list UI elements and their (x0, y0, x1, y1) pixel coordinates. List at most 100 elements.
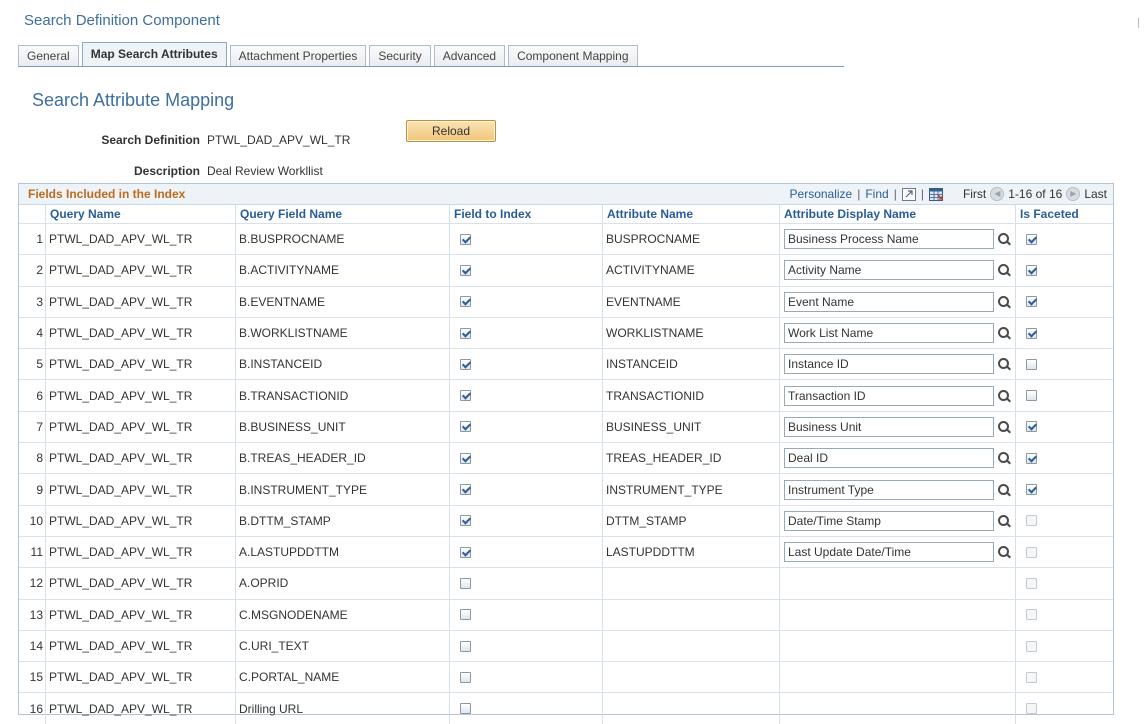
attribute-display-name-input[interactable] (784, 260, 994, 281)
field-to-index-checkbox[interactable] (460, 609, 471, 621)
previous-arrow-icon: ◀ (990, 187, 1005, 201)
lookup-magnifier-icon[interactable] (997, 232, 1011, 246)
is-faceted-checkbox[interactable] (1026, 390, 1037, 402)
field-to-index-checkbox[interactable] (460, 233, 471, 245)
query-field-name-cell: B.ACTIVITYNAME (236, 255, 450, 286)
is-faceted-checkbox[interactable] (1026, 296, 1037, 308)
attribute-display-name-cell (780, 662, 1016, 693)
section-heading: Search Attribute Mapping (32, 90, 235, 110)
row-range: 1-16 of 16 (1008, 187, 1063, 201)
attribute-display-name-input[interactable] (784, 416, 994, 437)
query-field-name-cell: B.TRANSACTIONID (236, 380, 450, 411)
lookup-magnifier-icon[interactable] (997, 326, 1011, 340)
tab-security[interactable]: Security (369, 45, 431, 66)
is-faceted-cell (1016, 537, 1113, 567)
is-faceted-checkbox[interactable] (1026, 484, 1037, 496)
is-faceted-checkbox[interactable] (1026, 452, 1037, 464)
field-to-index-checkbox[interactable] (460, 515, 471, 527)
tab-general[interactable]: General (18, 45, 79, 66)
grid-zoom-icon[interactable] (901, 187, 916, 201)
query-field-name-cell: B.INSTANCEID (236, 349, 450, 380)
lookup-magnifier-icon[interactable] (997, 420, 1011, 434)
is-faceted-cell (1016, 662, 1113, 692)
is-faceted-checkbox (1026, 703, 1037, 715)
is-faceted-checkbox[interactable] (1026, 264, 1037, 276)
page-title: Search Definition Component (24, 12, 220, 29)
col-header-attribute-name[interactable]: Attribute Name (603, 205, 780, 223)
field-to-index-checkbox[interactable] (460, 640, 471, 652)
lookup-magnifier-icon[interactable] (997, 483, 1011, 497)
col-header-query-field-name[interactable]: Query Field Name (236, 205, 450, 223)
field-to-index-checkbox[interactable] (460, 671, 471, 683)
lookup-magnifier-icon[interactable] (997, 389, 1011, 403)
fields-grid: Fields Included in the Index Personalize… (18, 183, 1114, 724)
lookup-magnifier-icon[interactable] (997, 263, 1011, 277)
tab-map-search-attributes[interactable]: Map Search Attributes (81, 42, 227, 66)
lookup-magnifier-icon[interactable] (997, 451, 1011, 465)
attribute-display-name-cell (780, 630, 1016, 662)
query-name-cell: PTWL_DAD_APV_WL_TR (46, 349, 236, 380)
field-to-index-checkbox[interactable] (460, 484, 471, 496)
field-to-index-checkbox[interactable] (460, 296, 471, 308)
query-name-cell: PTWL_DAD_APV_WL_TR (46, 411, 236, 443)
lookup-magnifier-icon[interactable] (997, 514, 1011, 528)
lookup-magnifier-icon[interactable] (997, 357, 1011, 371)
tab-attachment-properties[interactable]: Attachment Properties (229, 45, 367, 66)
field-to-index-checkbox[interactable] (460, 577, 471, 589)
field-to-index-checkbox[interactable] (460, 264, 471, 276)
field-to-index-checkbox[interactable] (460, 390, 471, 402)
field-to-index-checkbox[interactable] (460, 452, 471, 464)
attribute-display-name-cell (780, 536, 1016, 568)
tab-component-mapping[interactable]: Component Mapping (508, 45, 638, 66)
attribute-display-name-input[interactable] (784, 448, 994, 469)
table-row: 7 PTWL_DAD_APV_WL_TR B.BUSINESS_UNIT BUSINE… (19, 410, 1113, 443)
is-faceted-checkbox (1026, 546, 1037, 558)
attribute-display-name-input[interactable] (784, 385, 994, 406)
query-name-cell: PTWL_DAD_APV_WL_TR (46, 630, 236, 662)
attribute-display-name-input[interactable] (784, 291, 994, 312)
attribute-name-cell: INSTRUMENT_TYPE (603, 474, 780, 505)
attribute-display-name-input[interactable] (784, 510, 994, 531)
field-to-index-checkbox[interactable] (460, 358, 471, 370)
lookup-magnifier-icon[interactable] (997, 295, 1011, 309)
lookup-magnifier-icon[interactable] (997, 545, 1011, 559)
attribute-display-name-input[interactable] (784, 479, 994, 500)
separator: | (857, 187, 861, 201)
download-spreadsheet-icon[interactable] (928, 187, 943, 201)
is-faceted-checkbox[interactable] (1026, 358, 1037, 370)
col-header-attribute-display-name[interactable]: Attribute Display Name (780, 205, 1016, 223)
field-to-index-checkbox[interactable] (460, 327, 471, 339)
first-label: First (962, 187, 987, 201)
col-header-query-name[interactable]: Query Name (46, 205, 236, 223)
is-faceted-checkbox[interactable] (1026, 327, 1037, 339)
row-number: 11 (19, 536, 46, 568)
table-row: 3 PTWL_DAD_APV_WL_TR B.EVENTNAME EVENTNAME (19, 285, 1113, 317)
personalize-link[interactable]: Personalize (790, 187, 853, 201)
table-row: 15 PTWL_DAD_APV_WL_TR C.PORTAL_NAME (19, 661, 1113, 693)
row-number: 4 (19, 317, 46, 349)
table-row: 5 PTWL_DAD_APV_WL_TR B.INSTANCEID INSTANCEI… (19, 348, 1113, 380)
is-faceted-cell (1016, 255, 1113, 285)
field-to-index-checkbox[interactable] (460, 421, 471, 433)
query-field-name-cell: B.DTTM_STAMP (236, 505, 450, 536)
is-faceted-checkbox[interactable] (1026, 421, 1037, 433)
attribute-name-cell: INSTANCEID (603, 349, 780, 380)
attribute-name-cell (603, 599, 780, 630)
attribute-display-name-input[interactable] (784, 323, 994, 344)
find-link[interactable]: Find (865, 187, 888, 201)
attribute-display-name-input[interactable] (784, 354, 994, 375)
field-to-index-cell (450, 630, 603, 662)
col-header-is-faceted[interactable]: Is Faceted (1016, 205, 1113, 223)
field-to-index-checkbox[interactable] (460, 703, 471, 715)
is-faceted-checkbox[interactable] (1026, 233, 1037, 245)
attribute-display-name-input[interactable] (784, 229, 994, 250)
attribute-name-cell: ACTIVITYNAME (603, 255, 780, 286)
is-faceted-cell (1016, 412, 1113, 442)
tab-advanced[interactable]: Advanced (433, 45, 506, 66)
attribute-display-name-input[interactable] (784, 542, 994, 563)
field-to-index-checkbox[interactable] (460, 546, 471, 558)
col-header-field-to-index[interactable]: Field to Index (450, 205, 603, 223)
row-number-header (19, 205, 46, 223)
reload-button[interactable]: Reload (406, 120, 496, 142)
is-faceted-cell (1016, 443, 1113, 473)
